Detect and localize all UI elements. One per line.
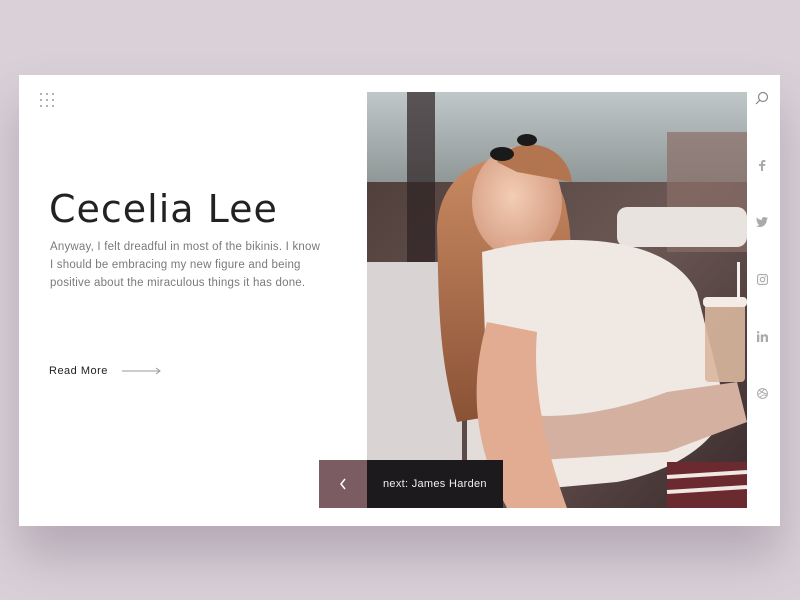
- twitter-icon[interactable]: [755, 215, 769, 229]
- arrow-right-icon: [121, 367, 161, 375]
- portrait-image: [367, 92, 747, 508]
- facebook-icon[interactable]: [755, 158, 769, 172]
- dribbble-icon[interactable]: [755, 386, 769, 400]
- profile-photo: [367, 92, 747, 508]
- chevron-left-icon: [340, 478, 346, 490]
- instagram-icon[interactable]: [755, 272, 769, 286]
- next-navigation: next: James Harden: [319, 460, 503, 508]
- search-icon[interactable]: [755, 91, 769, 105]
- read-more-link[interactable]: Read More: [49, 365, 162, 377]
- next-profile-link[interactable]: next: James Harden: [367, 460, 503, 508]
- read-more-label: Read More: [49, 365, 108, 377]
- linkedin-icon[interactable]: [755, 329, 769, 343]
- profile-card: Cecelia Lee Anyway, I felt dreadful in m…: [19, 75, 780, 526]
- profile-description: Anyway, I felt dreadful in most of the b…: [50, 241, 321, 289]
- grid-menu-icon[interactable]: [40, 93, 54, 107]
- profile-name: Cecelia Lee: [49, 187, 278, 231]
- previous-button[interactable]: [319, 460, 367, 508]
